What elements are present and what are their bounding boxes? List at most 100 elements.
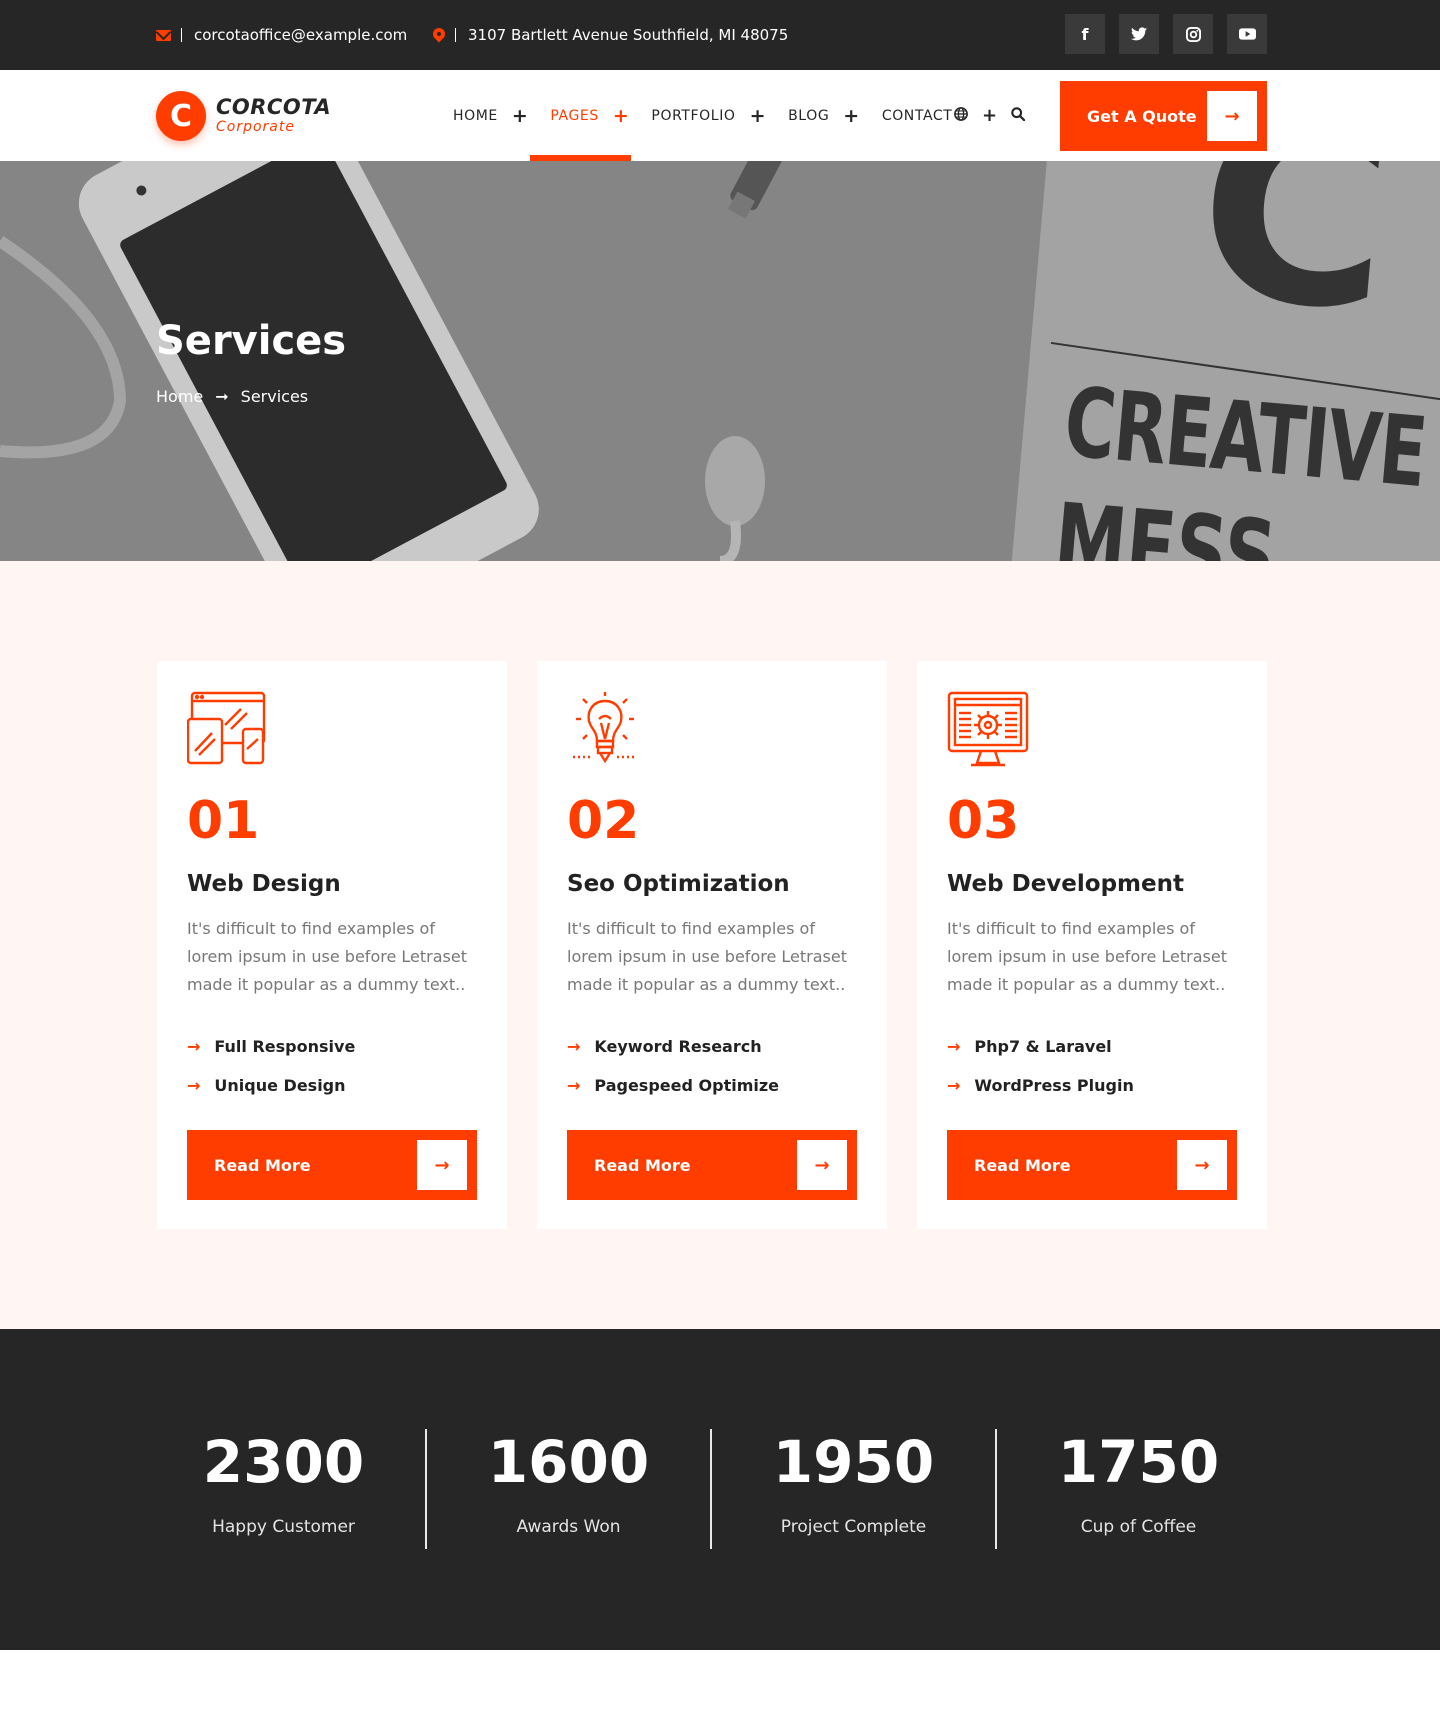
counter-label: Project Complete [780, 1517, 927, 1537]
monitor-gear-icon [947, 691, 1237, 771]
logo-subtitle: Corporate [216, 119, 295, 135]
banner-bg-letter: C [1187, 161, 1404, 371]
read-more-label: Read More [594, 1155, 691, 1175]
arrow-right-icon: → [567, 1037, 581, 1056]
top-address: 3107 Bartlett Avenue Southfield, MI 4807… [430, 0, 789, 70]
feature-item: → Pagespeed Optimize [567, 1066, 857, 1105]
address-text: 3107 Bartlett Avenue Southfield, MI 4807… [468, 26, 789, 44]
social-links: f [1065, 14, 1267, 54]
arrow-right-icon: ➞ [215, 387, 229, 406]
service-title[interactable]: Seo Optimization [567, 871, 857, 897]
counter-label: Cup of Coffee [1080, 1517, 1197, 1537]
main-nav: HOME + PAGES + PORTFOLIO + BLOG + CONTAC… [453, 70, 974, 161]
envelope-icon [156, 29, 171, 41]
lightbulb-icon [567, 691, 857, 771]
feature-label: WordPress Plugin [974, 1076, 1134, 1095]
service-description: It's difficult to find examples of lorem… [187, 919, 467, 994]
counter-value: 1750 [1057, 1428, 1220, 1496]
top-bar: corcotaoffice@example.com 3107 Bartlett … [0, 0, 1440, 70]
arrow-right-icon: → [1207, 91, 1257, 141]
plus-icon: + [511, 104, 529, 127]
feature-list: → Full Responsive → Unique Design [187, 1027, 477, 1105]
facebook-icon[interactable]: f [1065, 14, 1105, 54]
service-card: 01 Web Design It's difficult to find exa… [157, 661, 507, 1229]
feature-list: → Php7 & Laravel → WordPress Plugin [947, 1027, 1237, 1105]
counter-value: 1600 [487, 1428, 650, 1496]
breadcrumb: Home ➞ Services [156, 387, 308, 406]
nav-label: BLOG [788, 107, 830, 124]
counter-section: 2300 Happy Customer 1600 Awards Won 1950… [0, 1329, 1440, 1650]
feature-list: → Keyword Research → Pagespeed Optimize [567, 1027, 857, 1105]
plus-icon: + [749, 104, 767, 127]
feature-label: Unique Design [214, 1076, 346, 1095]
counter-value: 2300 [202, 1428, 365, 1496]
nav-item-contact[interactable]: CONTACT [882, 70, 953, 161]
divider [181, 28, 182, 42]
read-more-label: Read More [974, 1155, 1071, 1175]
search-icon[interactable] [1011, 105, 1026, 126]
service-number: 03 [947, 791, 1020, 851]
globe-icon[interactable] [954, 105, 968, 126]
instagram-icon[interactable] [1173, 14, 1213, 54]
quote-label: Get A Quote [1087, 106, 1197, 126]
service-description: It's difficult to find examples of lorem… [567, 919, 847, 994]
logo-name: CORCOTA [216, 95, 332, 119]
youtube-icon[interactable] [1227, 14, 1267, 54]
header-icons: + [954, 70, 1026, 161]
read-more-button[interactable]: Read More → [947, 1130, 1237, 1200]
logo-mark: C [156, 91, 206, 141]
divider [455, 28, 456, 42]
arrow-right-icon: → [1177, 1140, 1227, 1190]
service-description: It's difficult to find examples of lorem… [947, 919, 1227, 994]
arrow-right-icon: → [187, 1037, 201, 1056]
counter-item: 1600 Awards Won [426, 1429, 711, 1537]
nav-item-blog[interactable]: BLOG + [788, 70, 860, 161]
top-email[interactable]: corcotaoffice@example.com [156, 0, 407, 70]
service-title[interactable]: Web Design [187, 871, 477, 897]
feature-item: → Unique Design [187, 1066, 477, 1105]
feature-label: Full Responsive [214, 1037, 356, 1056]
service-number: 02 [567, 791, 640, 851]
service-number: 01 [187, 791, 260, 851]
read-more-label: Read More [214, 1155, 311, 1175]
service-card: 02 Seo Optimization It's difficult to fi… [537, 661, 887, 1229]
nav-label: CONTACT [881, 107, 953, 124]
feature-item: → Php7 & Laravel [947, 1027, 1237, 1066]
arrow-right-icon: → [947, 1037, 961, 1056]
page-banner: C CREATIVE MESS Services Home ➞ Services [0, 161, 1440, 561]
feature-label: Php7 & Laravel [974, 1037, 1112, 1056]
counter-item: 2300 Happy Customer [141, 1429, 426, 1537]
counter-label: Awards Won [516, 1517, 621, 1537]
read-more-button[interactable]: Read More → [567, 1130, 857, 1200]
arrow-right-icon: → [567, 1076, 581, 1095]
arrow-right-icon: → [797, 1140, 847, 1190]
nav-label: PAGES [550, 107, 599, 124]
service-card: 03 Web Development It's difficult to fin… [917, 661, 1267, 1229]
nav-item-portfolio[interactable]: PORTFOLIO + [651, 70, 766, 161]
feature-item: → Full Responsive [187, 1027, 477, 1066]
breadcrumb-current: Services [240, 387, 309, 406]
counter-item: 1750 Cup of Coffee [996, 1429, 1281, 1537]
feature-item: → WordPress Plugin [947, 1066, 1237, 1105]
nav-label: PORTFOLIO [651, 107, 736, 124]
breadcrumb-home[interactable]: Home [156, 387, 203, 406]
page-title: Services [156, 318, 347, 364]
feature-label: Pagespeed Optimize [594, 1076, 780, 1095]
get-quote-button[interactable]: Get A Quote → [1060, 81, 1267, 151]
service-title[interactable]: Web Development [947, 871, 1237, 897]
plus-icon: + [843, 104, 860, 127]
main-header: C CORCOTA Corporate HOME + PAGES + PORTF… [0, 70, 1440, 161]
email-text[interactable]: corcotaoffice@example.com [194, 26, 407, 44]
read-more-button[interactable]: Read More → [187, 1130, 477, 1200]
plus-icon[interactable]: + [982, 105, 997, 126]
feature-item: → Keyword Research [567, 1027, 857, 1066]
twitter-icon[interactable] [1119, 14, 1159, 54]
logo[interactable]: C CORCOTA Corporate [156, 91, 331, 141]
nav-item-home[interactable]: HOME + [453, 70, 528, 161]
feature-label: Keyword Research [594, 1037, 762, 1056]
counter-item: 1950 Project Complete [711, 1429, 996, 1537]
services-section: 01 Web Design It's difficult to find exa… [0, 561, 1440, 1329]
map-pin-icon [430, 25, 448, 42]
nav-item-pages[interactable]: PAGES + [530, 70, 632, 161]
devices-icon [186, 691, 477, 771]
